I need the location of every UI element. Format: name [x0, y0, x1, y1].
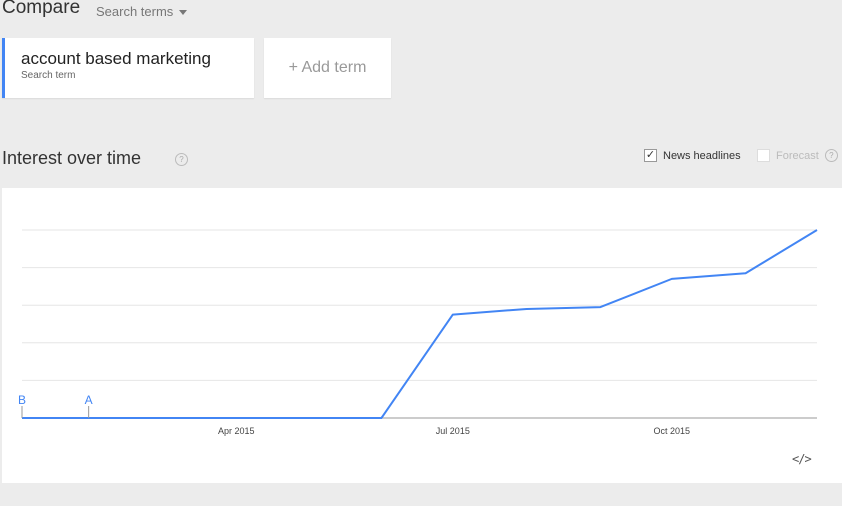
series-line — [22, 229, 818, 419]
annotation-label: B — [18, 393, 26, 407]
help-icon[interactable]: ? — [175, 153, 188, 166]
search-term-card[interactable]: account based marketing Search term — [2, 38, 254, 98]
news-headlines-label: News headlines — [663, 149, 741, 162]
forecast-checkbox[interactable] — [757, 149, 770, 162]
search-term-name: account based marketing — [21, 49, 211, 68]
search-term-sublabel: Search term — [21, 70, 76, 81]
search-terms-label: Search terms — [96, 4, 174, 19]
x-tick-label: Jul 2015 — [436, 426, 470, 436]
x-tick-label: Oct 2015 — [654, 426, 691, 436]
x-tick-label: Apr 2015 — [218, 426, 255, 436]
embed-code-icon[interactable]: </> — [792, 452, 812, 466]
annotation-label: A — [85, 393, 93, 407]
interest-chart-svg: Apr 2015 Jul 2015 Oct 2015 B A — [18, 229, 818, 436]
forecast-option[interactable]: Forecast ? — [757, 149, 838, 162]
news-headlines-option[interactable]: ✓ News headlines — [644, 149, 741, 162]
dropdown-caret-icon — [179, 10, 188, 15]
forecast-help-icon[interactable]: ? — [824, 149, 838, 162]
interest-chart: Apr 2015 Jul 2015 Oct 2015 B A </> — [2, 188, 842, 483]
forecast-label: Forecast — [776, 149, 819, 162]
news-headlines-checkbox[interactable]: ✓ — [644, 149, 657, 162]
interest-over-time-title: Interest over time — [2, 148, 142, 168]
compare-title: Compare — [2, 0, 81, 18]
search-terms-dropdown[interactable]: Search terms — [96, 4, 188, 19]
add-term-button[interactable]: + Add term — [264, 38, 391, 98]
